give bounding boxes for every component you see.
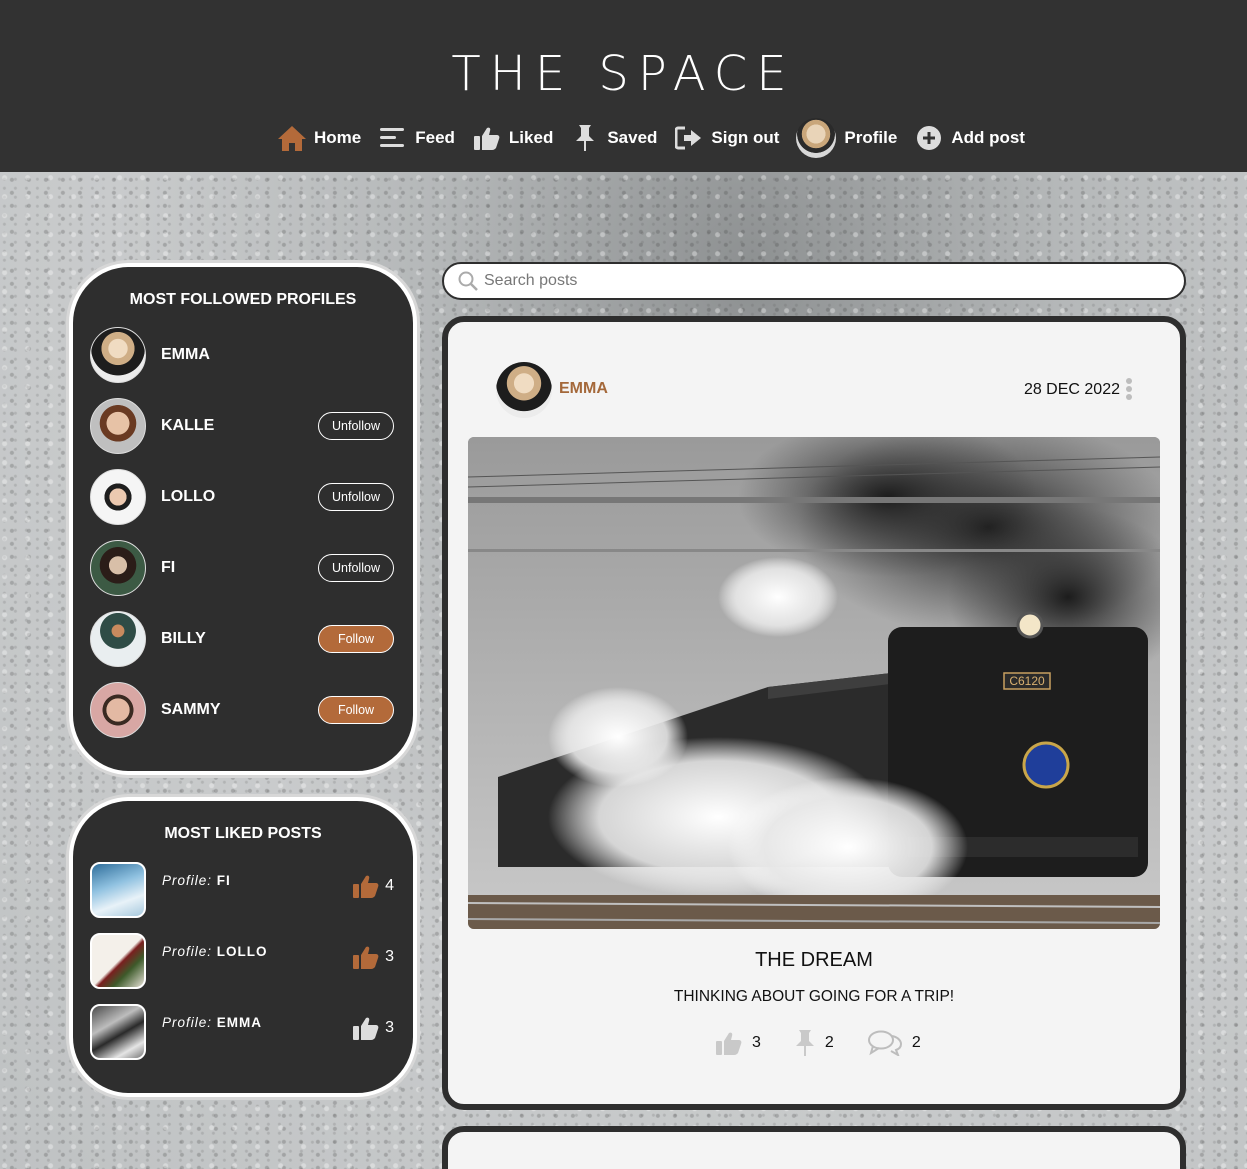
like-count-value: 3 <box>385 948 394 965</box>
profile-prefix: Profile: <box>162 1015 213 1030</box>
liked-post-label: Profile: LOLLO <box>162 944 268 959</box>
brand-logo[interactable]: THE SPACE <box>0 46 1247 102</box>
unfollow-button[interactable]: Unfollow <box>318 412 394 440</box>
top-header: THE SPACE Home Feed Liked Saved Sign out… <box>0 0 1247 172</box>
search-icon <box>458 271 478 291</box>
thumbs-up-icon <box>353 1017 379 1040</box>
comments-icon[interactable] <box>867 1030 902 1056</box>
avatar[interactable] <box>90 398 146 454</box>
comment-count-value: 2 <box>911 1034 921 1051</box>
most-followed-title: MOST FOLLOWED PROFILES <box>129 291 357 308</box>
like-count: 3 <box>353 1016 394 1040</box>
nav-liked[interactable]: Liked <box>472 123 553 153</box>
nav-feed[interactable]: Feed <box>378 123 455 153</box>
post-thumbnail[interactable] <box>90 933 146 989</box>
nav-add-post[interactable]: Add post <box>914 123 1025 153</box>
thumbs-up-icon[interactable] <box>716 1031 742 1055</box>
save-stat[interactable]: 2 <box>795 1029 834 1057</box>
profile-row-sammy[interactable]: SAMMY Follow <box>90 682 394 738</box>
profile-prefix: Profile: <box>162 873 213 888</box>
profile-row-fi[interactable]: FI Unfollow <box>90 540 394 596</box>
nav-home[interactable]: Home <box>277 123 361 153</box>
search-bar <box>442 262 1186 300</box>
post-title: THE DREAM <box>755 949 873 971</box>
liked-post-profile[interactable]: LOLLO <box>217 944 268 959</box>
profile-row-kalle[interactable]: KALLE Unfollow <box>90 398 394 454</box>
like-count: 4 <box>353 874 394 898</box>
nav-profile[interactable]: Profile <box>796 118 897 158</box>
avatar[interactable] <box>90 611 146 667</box>
nav-add-post-label: Add post <box>951 128 1025 147</box>
liked-post-row[interactable]: Profile: EMMA 3 <box>90 1004 394 1060</box>
post-thumbnail[interactable] <box>90 1004 146 1060</box>
most-liked-panel: MOST LIKED POSTS Profile: FI 4 Profile: … <box>69 797 417 1097</box>
nav-home-label: Home <box>314 128 362 147</box>
thumbs-up-icon <box>472 123 502 153</box>
liked-post-label: Profile: FI <box>162 873 231 888</box>
profile-name[interactable]: EMMA <box>161 346 394 364</box>
nav-signout[interactable]: Sign out <box>674 123 779 153</box>
profile-name[interactable]: FI <box>161 559 318 577</box>
more-options-icon[interactable] <box>1126 378 1134 402</box>
liked-post-label: Profile: EMMA <box>162 1015 262 1030</box>
locomotive-plate: C6120 <box>1009 674 1045 688</box>
profile-name[interactable]: SAMMY <box>161 701 318 719</box>
profile-name[interactable]: LOLLO <box>161 488 318 506</box>
post-date: 28 DEC 2022 <box>1023 381 1120 398</box>
avatar[interactable] <box>90 327 146 383</box>
comment-stat[interactable]: 2 <box>867 1030 921 1056</box>
pin-icon <box>570 123 600 153</box>
like-count-value: 3 <box>752 1034 761 1051</box>
profile-row-billy[interactable]: BILLY Follow <box>90 611 394 667</box>
avatar[interactable] <box>90 469 146 525</box>
nav-liked-label: Liked <box>508 128 554 147</box>
nav-profile-label: Profile <box>844 128 898 147</box>
avatar[interactable] <box>90 540 146 596</box>
profile-row-emma[interactable]: EMMA <box>90 327 394 383</box>
like-count: 3 <box>353 945 394 969</box>
main-nav: Home Feed Liked Saved Sign out Profile A… <box>277 118 1042 158</box>
home-icon <box>277 123 307 153</box>
like-count-value: 4 <box>385 877 394 894</box>
like-stat[interactable]: 3 <box>716 1031 761 1055</box>
follow-button[interactable]: Follow <box>318 696 394 724</box>
thumbs-up-icon <box>353 875 379 898</box>
nav-saved[interactable]: Saved <box>570 123 657 153</box>
avatar <box>796 118 837 158</box>
profile-row-lollo[interactable]: LOLLO Unfollow <box>90 469 394 525</box>
thumbs-up-icon <box>353 946 379 969</box>
save-count-value: 2 <box>824 1034 834 1051</box>
post-stats: 3 2 2 <box>716 1028 955 1058</box>
plus-circle-icon <box>914 123 944 153</box>
nav-saved-label: Saved <box>607 128 658 147</box>
liked-post-profile[interactable]: EMMA <box>217 1015 262 1030</box>
pin-icon[interactable] <box>795 1029 815 1057</box>
follow-button[interactable]: Follow <box>318 625 394 653</box>
profile-name[interactable]: KALLE <box>161 417 318 435</box>
profile-name[interactable]: BILLY <box>161 630 318 648</box>
post-author[interactable]: EMMA <box>559 380 608 398</box>
unfollow-button[interactable]: Unfollow <box>318 554 394 582</box>
search-input[interactable] <box>484 272 1084 290</box>
post-body: THINKING ABOUT GOING FOR A TRIP! <box>673 988 955 1005</box>
sign-out-icon <box>674 123 704 153</box>
post-thumbnail[interactable] <box>90 862 146 918</box>
feed-icon <box>378 123 408 153</box>
nav-feed-label: Feed <box>415 128 455 147</box>
unfollow-button[interactable]: Unfollow <box>318 483 394 511</box>
avatar[interactable] <box>90 682 146 738</box>
avatar[interactable] <box>496 362 552 418</box>
post-image: C6120 <box>468 437 1160 929</box>
most-liked-title: MOST LIKED POSTS <box>164 825 322 842</box>
liked-post-row[interactable]: Profile: LOLLO 3 <box>90 933 394 989</box>
post-card: EMMA 28 DEC 2022 C6120 THE DREAM THINKIN… <box>442 316 1186 1110</box>
post-card <box>442 1126 1186 1169</box>
like-count-value: 3 <box>385 1019 394 1036</box>
most-followed-panel: MOST FOLLOWED PROFILES EMMA KALLE Unfoll… <box>69 263 417 775</box>
nav-signout-label: Sign out <box>711 128 780 147</box>
profile-prefix: Profile: <box>162 944 213 959</box>
liked-post-row[interactable]: Profile: FI 4 <box>90 862 394 918</box>
liked-post-profile[interactable]: FI <box>217 873 231 888</box>
